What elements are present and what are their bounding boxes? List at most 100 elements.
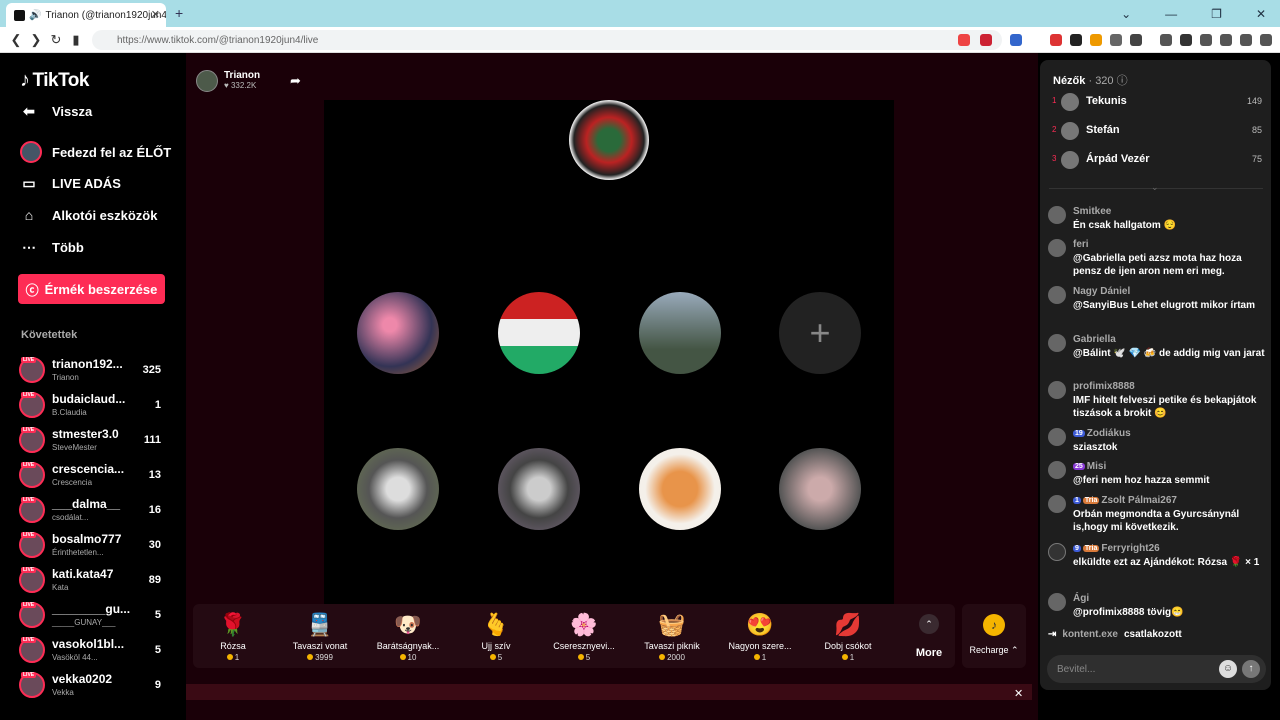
browser-tab[interactable]: 🔊 Trianon (@trianon1920jun4) ✕ — [6, 3, 166, 27]
nav-more[interactable]: ⋯ Több — [20, 239, 84, 256]
streamer-info[interactable]: Trianon ♥ 332.2K — [196, 70, 260, 92]
guest-seat[interactable] — [639, 448, 721, 530]
chat-user[interactable]: 9 Tria Ferryright26 — [1073, 543, 1160, 554]
following-name: bosalmo777 — [52, 532, 122, 546]
guest-seat[interactable] — [639, 292, 721, 374]
join-user[interactable]: kontent.exe — [1062, 629, 1118, 640]
extension-icon[interactable] — [1090, 34, 1102, 46]
top-viewer-row[interactable]: 3 Árpád Vezér 75 — [1052, 150, 1262, 170]
media-icon[interactable] — [1160, 34, 1172, 46]
chat-text: @profimix8888 tövig😁 — [1073, 607, 1184, 618]
viewers-label: Nézők — [1053, 75, 1086, 87]
emoji-icon[interactable]: ☺ — [1219, 660, 1237, 678]
following-item[interactable]: LIVE crescencia... Crescencia 13 — [19, 459, 169, 491]
following-item[interactable]: LIVE stmester3.0 SteveMester 111 — [19, 424, 169, 456]
following-item[interactable]: LIVE budaiclaud... B.Claudia 1 — [19, 389, 169, 421]
level-badge: 25 — [1073, 462, 1085, 470]
chat-user[interactable]: 25 Misi — [1073, 461, 1106, 472]
restore-icon[interactable]: ❐ — [1211, 7, 1222, 21]
following-item[interactable]: LIVE ___dalma__ csodálat... 16 — [19, 494, 169, 526]
chat-user[interactable]: profimix8888 — [1073, 381, 1135, 392]
info-icon[interactable]: ⓘ — [1117, 75, 1128, 87]
nav-back[interactable]: ⬅ Vissza — [20, 103, 92, 120]
hls-extension-icon[interactable] — [1050, 34, 1062, 46]
chat-user-name: Misi — [1086, 461, 1107, 472]
gift-item[interactable]: 🫰 Ujj szív 5 — [456, 611, 536, 662]
video-player[interactable]: + — [324, 100, 894, 604]
close-banner-icon[interactable]: ✕ — [1014, 687, 1023, 700]
gift-item[interactable]: 🌹 Rózsa 1 — [193, 611, 273, 662]
chat-user[interactable]: Ági — [1073, 593, 1089, 604]
nav-creator-tools[interactable]: ⌂ Alkotói eszközök — [20, 207, 158, 223]
viewer-count: 5 — [154, 644, 161, 656]
following-item[interactable]: LIVE kati.kata47 Kata 89 — [19, 564, 169, 596]
url-field[interactable]: https://www.tiktok.com/@trianon1920jun4/… — [92, 30, 1002, 50]
close-tab-icon[interactable]: ✕ — [151, 8, 160, 21]
viewer-name: Stefán — [1086, 124, 1120, 136]
share-icon[interactable]: ➦ — [290, 73, 301, 89]
close-window-icon[interactable]: ✕ — [1256, 7, 1266, 21]
recharge-button[interactable]: ♪ Recharge ⌃ — [962, 604, 1026, 668]
coin-icon: ⓒ — [25, 282, 39, 298]
brave-rewards-icon[interactable] — [980, 34, 992, 46]
chat-text: elküldte ezt az Ajándékot: Rózsa 🌹 × 1 — [1073, 557, 1260, 568]
gift-item[interactable]: 🧺 Tavaszi piknik 2000 — [632, 611, 712, 662]
wallet-icon[interactable] — [1200, 34, 1212, 46]
live-badge: LIVE — [21, 427, 37, 433]
nav-live[interactable]: ▭ LIVE ADÁS — [20, 175, 120, 192]
menu-icon[interactable] — [1260, 34, 1272, 46]
chevron-down-icon[interactable]: ⌄ — [1151, 182, 1159, 193]
chat-user[interactable]: Gabriella — [1073, 334, 1116, 345]
sidebar-icon[interactable] — [1180, 34, 1192, 46]
add-guest-icon[interactable]: + — [779, 292, 861, 374]
guest-seat[interactable] — [498, 292, 580, 374]
train-icon: 🚆 — [306, 612, 334, 637]
following-item[interactable]: LIVE trianon192... Trianon 325 — [19, 354, 169, 386]
get-coins-button[interactable]: ⓒ Érmék beszerzése — [18, 274, 165, 304]
bookmark-icon[interactable]: ▮ — [66, 32, 86, 48]
extension-icon[interactable] — [1110, 34, 1122, 46]
following-item[interactable]: LIVE ________gu... _____GUNAY___ 5 — [19, 599, 169, 631]
guest-seat[interactable] — [357, 448, 439, 530]
gift-item[interactable]: 🚆 Tavaszi vonat 3999 — [280, 611, 360, 662]
top-viewer-row[interactable]: 1 Tekunis 149 — [1052, 92, 1262, 112]
gift-item[interactable]: 🐶 Barátságnyak... 10 — [368, 611, 448, 662]
following-item[interactable]: LIVE vekka0202 Vekka 9 — [19, 669, 169, 701]
guest-seat[interactable] — [779, 448, 861, 530]
following-item[interactable]: LIVE vasokol1bl... Vasököl 44... 5 — [19, 634, 169, 666]
gift-item[interactable]: 😍 Nagyon szere... 1 — [720, 611, 800, 662]
chat-user[interactable]: 1 Tria Zsolt Pálmai267 — [1073, 495, 1177, 506]
avatar — [1048, 428, 1066, 446]
extensions-icon[interactable] — [1220, 34, 1232, 46]
tiktok-logo[interactable]: ♪ TikTok — [20, 69, 89, 92]
top-viewer-row[interactable]: 2 Stefán 85 — [1052, 121, 1262, 141]
chat-user[interactable]: Nagy Dániel — [1073, 286, 1130, 297]
guest-seat[interactable] — [498, 448, 580, 530]
nav-explore-live[interactable]: Fedezd fel az ÉLŐT — [20, 141, 171, 163]
new-tab-icon[interactable]: + — [175, 5, 183, 21]
back-icon[interactable]: ❮ — [6, 32, 26, 48]
following-sub: SteveMester — [52, 443, 97, 452]
minimize-icon[interactable]: — — [1165, 7, 1177, 21]
tab-search-icon[interactable]: ⌄ — [1121, 7, 1131, 21]
brave-shield-icon[interactable] — [958, 34, 970, 46]
nav-label: Alkotói eszközök — [52, 207, 158, 223]
translate-icon[interactable] — [1010, 34, 1022, 46]
extension-icon[interactable] — [1070, 34, 1082, 46]
chat-user[interactable]: 19 Zodiákus — [1073, 428, 1131, 439]
vpn-icon[interactable] — [1240, 34, 1252, 46]
send-icon[interactable]: ↑ — [1242, 660, 1260, 678]
gift-item[interactable]: 🌸 Cseresznyevi... 5 — [544, 611, 624, 662]
chat-text: @Bálint 🕊️ 💎 🍻 de addig mig van jarat — [1073, 348, 1265, 359]
chat-user[interactable]: Smitkee — [1073, 206, 1111, 217]
forward-icon[interactable]: ❯ — [26, 32, 46, 48]
guest-seat[interactable] — [357, 292, 439, 374]
extension-icon[interactable] — [1130, 34, 1142, 46]
chat-user[interactable]: feri — [1073, 239, 1089, 250]
gift-item[interactable]: 💋 Dobj csókot 1 — [808, 611, 888, 662]
following-sub: Trianon — [52, 373, 79, 382]
chat-input[interactable] — [1047, 655, 1207, 683]
following-item[interactable]: LIVE bosalmo777 Érinthetetlen... 30 — [19, 529, 169, 561]
reload-icon[interactable]: ↻ — [46, 32, 66, 48]
more-gifts-button[interactable]: ⌃ More — [905, 611, 953, 659]
